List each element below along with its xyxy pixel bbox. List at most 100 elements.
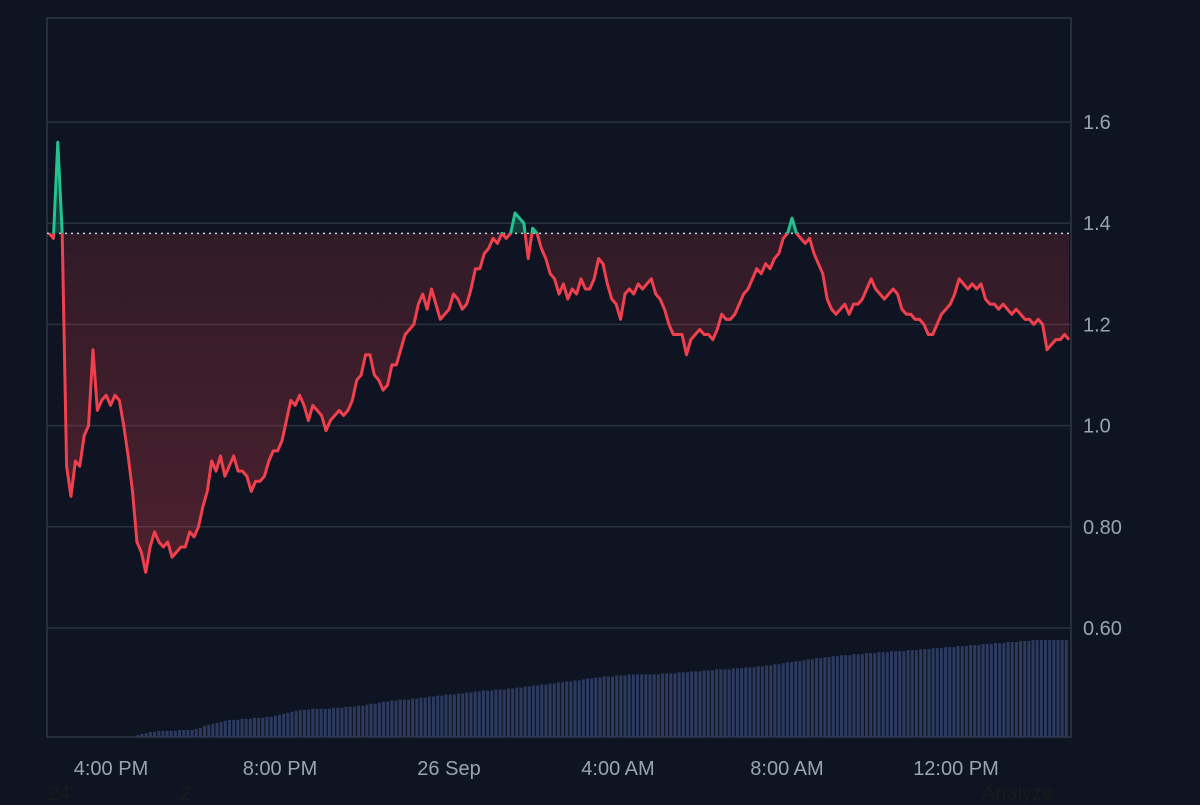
volume-bar — [952, 647, 956, 737]
volume-bar — [511, 688, 515, 737]
x-tick-label: 26 Sep — [417, 758, 480, 780]
volume-bar — [552, 683, 556, 737]
volume-bar — [365, 704, 369, 737]
volume-bar — [544, 684, 548, 737]
volume-bar — [944, 647, 948, 737]
volume-bar — [656, 674, 660, 737]
volume-bar — [277, 714, 281, 737]
volume-bar — [194, 728, 198, 737]
volume-bar — [840, 655, 843, 737]
volume-bar — [661, 673, 664, 737]
volume-bar — [161, 730, 165, 737]
volume-bar — [502, 689, 506, 737]
volume-bar — [869, 653, 873, 737]
volume-bar — [1056, 640, 1060, 737]
volume-bar — [885, 652, 889, 737]
volume-bar — [985, 644, 989, 737]
y-tick-label: 1.6 — [1083, 112, 1111, 134]
y-tick-label: 1.0 — [1083, 416, 1111, 438]
volume-bar — [623, 675, 627, 737]
volume-bar — [290, 711, 294, 737]
volume-bar — [1027, 641, 1031, 737]
volume-bar — [748, 667, 752, 737]
volume-bar — [427, 696, 431, 737]
volume-bar — [294, 710, 298, 737]
volume-bar — [1031, 640, 1035, 737]
volume-bar — [1002, 643, 1006, 737]
volume-bar — [315, 708, 319, 737]
volume-bar — [794, 661, 798, 737]
volume-bar — [765, 665, 769, 737]
volume-bar — [906, 650, 910, 737]
volume-bar — [486, 690, 490, 737]
x-tick-label: 4:00 AM — [581, 758, 654, 780]
volume-bar — [432, 696, 435, 737]
volume-bar — [469, 692, 473, 737]
volume-bar — [798, 661, 802, 737]
y-tick-label: 0.60 — [1083, 618, 1122, 640]
volume-bar — [702, 670, 706, 737]
volume-bar — [777, 664, 781, 737]
volume-bar — [248, 718, 252, 737]
volume-bar — [673, 673, 677, 737]
volume-bar — [1019, 641, 1023, 737]
volume-bar — [602, 676, 606, 737]
volume-bar — [344, 706, 348, 737]
volume-bar — [1039, 640, 1043, 737]
volume-bar — [735, 668, 739, 737]
volume-bar — [148, 731, 152, 737]
volume-bar — [519, 687, 523, 737]
volume-bar — [440, 695, 444, 737]
volume-bar — [407, 699, 411, 737]
volume-bar — [352, 706, 356, 737]
volume-bar — [577, 680, 581, 737]
volume-bar — [723, 669, 727, 737]
volume-bar — [457, 693, 460, 737]
volume-bar — [640, 674, 644, 737]
volume-bar — [307, 709, 311, 737]
volume-bar — [964, 646, 968, 737]
footer-right-text: Analyze — [982, 783, 1054, 805]
volume-bar — [411, 698, 415, 737]
volume-bar — [619, 675, 623, 737]
volume-bar — [244, 718, 248, 737]
volume-bar — [715, 669, 719, 737]
volume-bar — [327, 708, 331, 737]
volume-bar — [253, 717, 256, 737]
volume-bar — [973, 645, 977, 737]
volume-bar — [1044, 640, 1047, 737]
volume-bar — [773, 664, 777, 737]
volume-bar — [527, 686, 531, 737]
volume-bar — [394, 700, 398, 737]
volume-bar — [377, 702, 381, 737]
volume-bar — [265, 716, 269, 737]
volume-bar — [1052, 640, 1056, 737]
volume-bar — [494, 689, 498, 737]
volume-bar — [960, 646, 964, 737]
x-tick-label: 4:00 PM — [74, 758, 148, 780]
volume-bar — [827, 657, 831, 737]
volume-bar — [615, 675, 619, 737]
volume-bar — [931, 648, 935, 737]
volume-bar — [652, 674, 656, 737]
volume-bar — [481, 690, 485, 737]
volume-bar — [444, 694, 448, 737]
volume-bar — [157, 730, 161, 737]
volume-bar — [611, 676, 615, 737]
volume-bar — [419, 697, 423, 737]
volume-bar — [415, 698, 419, 737]
volume-bar — [856, 654, 860, 737]
x-tick-label: 8:00 AM — [750, 758, 823, 780]
volume-bar — [873, 653, 877, 737]
volume-bar — [927, 649, 931, 737]
volume-bar — [540, 684, 544, 737]
footer-left-text-1: 24 — [48, 783, 71, 805]
volume-bar — [648, 674, 652, 737]
x-axis-ticks: 4:00 PM 8:00 PM 26 Sep 4:00 AM 8:00 AM 12:00 … — [74, 758, 999, 780]
volume-bar — [994, 643, 998, 737]
x-tick-label: 12:00 PM — [913, 758, 999, 780]
volume-bar — [336, 707, 340, 737]
volume-bar — [390, 700, 394, 737]
volume-bar — [340, 707, 344, 737]
volume-bar — [1006, 642, 1010, 737]
